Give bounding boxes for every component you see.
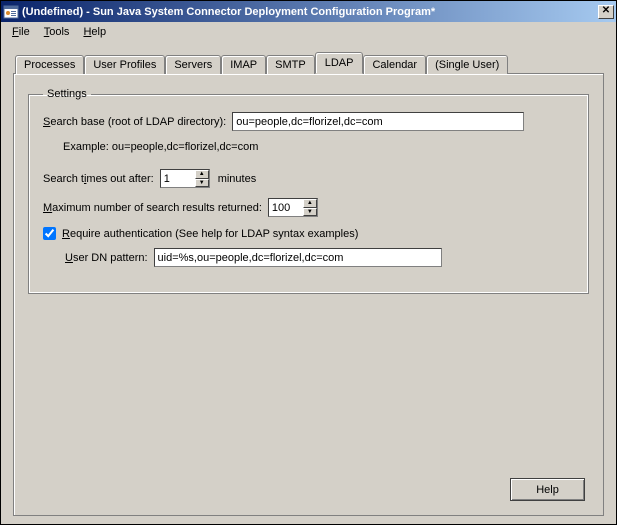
row-max-results: Maximum number of search results returne… — [43, 198, 574, 217]
search-base-example: Example: ou=people,dc=florizel,dc=com — [63, 141, 574, 153]
max-results-spin-up[interactable]: ▲ — [303, 199, 317, 208]
tab-calendar[interactable]: Calendar — [363, 55, 426, 74]
timeout-spinner: ▲ ▼ — [160, 169, 210, 188]
user-dn-label: User DN pattern: — [65, 252, 148, 264]
close-button[interactable]: ✕ — [598, 5, 614, 19]
window-title: (Undefined) - Sun Java System Connector … — [22, 6, 598, 18]
client-area: Processes User Profiles Servers IMAP SMT… — [1, 42, 616, 524]
search-base-input[interactable] — [232, 112, 524, 131]
require-auth-checkbox[interactable] — [43, 227, 56, 240]
max-results-spinner: ▲ ▼ — [268, 198, 318, 217]
timeout-units: minutes — [218, 173, 257, 185]
settings-group: Settings Search base (root of LDAP direc… — [28, 88, 589, 294]
menu-file[interactable]: File — [5, 24, 37, 40]
tab-strip: Processes User Profiles Servers IMAP SMT… — [15, 52, 604, 73]
panel-footer: Help — [510, 470, 589, 505]
tab-single-user[interactable]: (Single User) — [426, 55, 508, 74]
app-icon — [3, 4, 19, 20]
row-user-dn: User DN pattern: — [65, 248, 574, 267]
max-results-input[interactable] — [269, 199, 303, 216]
row-timeout: Search times out after: ▲ ▼ minutes — [43, 169, 574, 188]
max-results-label: Maximum number of search results returne… — [43, 202, 262, 214]
tab-imap[interactable]: IMAP — [221, 55, 266, 74]
close-icon: ✕ — [602, 5, 610, 16]
tab-ldap[interactable]: LDAP — [315, 52, 364, 74]
row-require-auth: Require authentication (See help for LDA… — [43, 227, 574, 240]
tab-panel-ldap: Settings Search base (root of LDAP direc… — [13, 73, 604, 516]
timeout-input[interactable] — [161, 170, 195, 187]
timeout-spin-down[interactable]: ▼ — [195, 179, 209, 188]
titlebar: (Undefined) - Sun Java System Connector … — [1, 1, 616, 22]
tab-processes[interactable]: Processes — [15, 55, 84, 74]
menubar: File Tools Help — [1, 22, 616, 42]
max-results-spin-down[interactable]: ▼ — [303, 208, 317, 217]
tab-user-profiles[interactable]: User Profiles — [84, 55, 165, 74]
search-base-label: Search base (root of LDAP directory): — [43, 116, 226, 128]
require-auth-label: Require authentication (See help for LDA… — [62, 228, 358, 240]
tab-servers[interactable]: Servers — [165, 55, 221, 74]
timeout-label: Search times out after: — [43, 173, 154, 185]
tab-smtp[interactable]: SMTP — [266, 55, 315, 74]
help-button[interactable]: Help — [510, 478, 585, 501]
row-search-base: Search base (root of LDAP directory): — [43, 112, 574, 131]
app-window: (Undefined) - Sun Java System Connector … — [0, 0, 617, 525]
menu-tools[interactable]: Tools — [37, 24, 77, 40]
user-dn-input[interactable] — [154, 248, 442, 267]
timeout-spin-up[interactable]: ▲ — [195, 170, 209, 179]
menu-help[interactable]: Help — [76, 24, 113, 40]
settings-legend: Settings — [43, 88, 91, 100]
